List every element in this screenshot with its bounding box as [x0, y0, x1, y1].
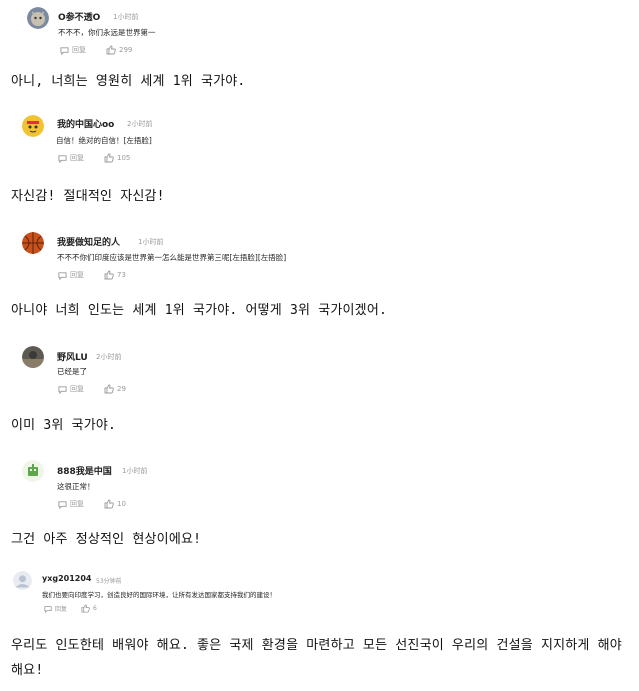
reply-button[interactable]: 回复 [44, 604, 67, 613]
like-count: 10 [117, 500, 126, 508]
thumbs-up-icon [104, 270, 114, 280]
reply-icon [58, 385, 67, 394]
default-user-avatar-icon[interactable] [13, 571, 32, 590]
username[interactable]: 我的中国心oo [57, 117, 114, 130]
like-count: 73 [117, 271, 126, 279]
username[interactable]: O参不透O [58, 10, 100, 23]
translation-text: 우리도 인도한테 배워야 해요. 좋은 국제 환경을 마련하고 모든 선진국이 … [11, 638, 622, 678]
timestamp: 2小时前 [96, 353, 122, 361]
thumbs-up-icon [81, 604, 90, 613]
translation-text: 이미 3위 국가야. [11, 418, 117, 433]
thumbs-up-icon [104, 384, 114, 394]
like-count: 105 [117, 154, 131, 162]
timestamp: 1小时前 [122, 467, 148, 475]
reply-button[interactable]: 回复 [58, 153, 84, 163]
reply-icon [58, 154, 67, 163]
reply-icon [58, 500, 67, 509]
reply-label: 回复 [70, 500, 84, 508]
reply-icon [60, 46, 69, 55]
reply-icon [58, 271, 67, 280]
like-button[interactable]: 10 [104, 499, 126, 509]
translation-text: 아니야 너희 인도는 세계 1위 국가야. 어떻게 3위 국가이겠어. [11, 303, 387, 318]
translation-text: 그건 아주 정상적인 현상이에요! [11, 532, 202, 547]
timestamp: 53分钟前 [96, 578, 122, 585]
reply-label: 回复 [72, 46, 86, 54]
username[interactable]: 野风LU [57, 350, 88, 363]
timestamp: 2小时前 [127, 120, 153, 128]
like-button[interactable]: 105 [104, 153, 130, 163]
photo-avatar-icon[interactable] [22, 346, 44, 368]
translation-text: 아니, 너희는 영원히 세계 1위 국가야. [11, 74, 246, 89]
comment-text: 自信！绝对的自信！[左捂脸] [56, 136, 152, 145]
basketball-avatar-icon[interactable] [22, 232, 44, 254]
timestamp: 1小时前 [138, 238, 164, 246]
comment-text: 不不不，你们永远是世界第一 [58, 28, 156, 37]
comment-page: { "comments": [ { "user": "O参不透O", "time… [0, 0, 639, 691]
timestamp: 1小时前 [113, 13, 139, 21]
thumbs-up-icon [104, 153, 114, 163]
thumbs-up-icon [104, 499, 114, 509]
comment-text: 不不不你们印度应该是世界第一怎么能是世界第三呢[左捂脸][左捂脸] [57, 253, 287, 262]
like-button[interactable]: 299 [106, 45, 132, 55]
translation-text: 자신감! 절대적인 자신감! [11, 189, 165, 204]
comment-text: 这很正常！ [57, 482, 95, 491]
reply-icon [44, 605, 52, 613]
like-button[interactable]: 73 [104, 270, 126, 280]
reply-label: 回复 [70, 385, 84, 393]
reply-button[interactable]: 回复 [60, 45, 86, 55]
reply-label: 回复 [55, 606, 68, 613]
reply-label: 回复 [70, 271, 84, 279]
like-count: 299 [119, 46, 133, 54]
like-count: 29 [117, 385, 126, 393]
reply-button[interactable]: 回复 [58, 270, 84, 280]
comment-text: 我们也要向印度学习，创造良好的国际环境，让所有发达国家都支持我们的建设！ [42, 591, 276, 599]
cat-avatar-icon[interactable] [27, 7, 49, 29]
lion-avatar-icon[interactable] [22, 115, 44, 137]
reply-label: 回复 [70, 154, 84, 162]
like-button[interactable]: 29 [104, 384, 126, 394]
reply-button[interactable]: 回复 [58, 499, 84, 509]
thumbs-up-icon [106, 45, 116, 55]
like-count: 6 [93, 605, 97, 612]
robot-avatar-icon[interactable] [22, 460, 44, 482]
like-button[interactable]: 6 [81, 604, 97, 613]
reply-button[interactable]: 回复 [58, 384, 84, 394]
username[interactable]: 888我是中国 [57, 464, 112, 477]
username[interactable]: 我要做知足的人 [57, 235, 120, 248]
username[interactable]: yxg201204 [42, 574, 92, 583]
comment-text: 已经是了 [57, 367, 87, 376]
